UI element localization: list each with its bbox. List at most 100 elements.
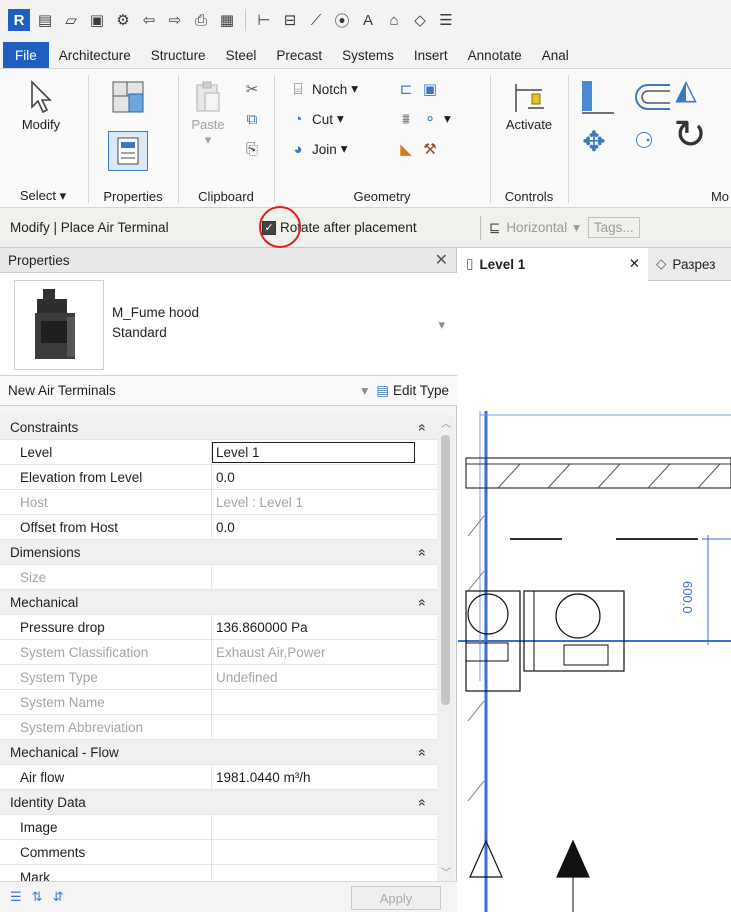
activate-button[interactable]: Activate <box>496 77 562 132</box>
measure-icon[interactable]: ⊢ <box>253 9 275 31</box>
tab-precast[interactable]: Precast <box>266 42 332 68</box>
category-header[interactable]: Constraints » <box>0 415 437 440</box>
cut-to-clipboard-button[interactable]: ✂ <box>242 79 262 99</box>
type-dropdown-icon[interactable]: ▾ <box>438 317 445 333</box>
sync-icon[interactable]: ⚙ <box>112 9 134 31</box>
apply-button[interactable]: Apply <box>351 886 441 910</box>
ribbon-panel: Modify Select ▾ Properties Paste ▾ ✂ ⧉ ⎘… <box>0 68 731 208</box>
match-properties-button[interactable]: ⎘ <box>242 139 262 159</box>
join-button[interactable]: ◕ Join ▾ <box>288 139 348 159</box>
tab-file[interactable]: File <box>3 42 49 68</box>
split-face-icon: ▣ <box>422 81 438 98</box>
mirror-button[interactable]: ◭ <box>675 74 697 105</box>
rotate-button[interactable]: ↻ <box>673 113 707 157</box>
property-value[interactable]: 0.0 <box>212 515 437 539</box>
property-value[interactable] <box>212 865 437 881</box>
tab-section[interactable]: ◇ Разрез <box>648 248 723 281</box>
collapse-icon[interactable]: » <box>414 598 429 606</box>
paste-button[interactable]: Paste ▾ <box>186 77 230 148</box>
tab-insert[interactable]: Insert <box>404 42 458 68</box>
home-icon[interactable]: ▤ <box>34 9 56 31</box>
join-dropdown-icon[interactable]: ▾ <box>341 141 348 157</box>
line-icon[interactable]: ⟋ <box>305 9 327 31</box>
sheet-icon[interactable]: ▦ <box>216 9 238 31</box>
copy-button[interactable]: ⧉ <box>242 109 262 129</box>
categorize-icon[interactable]: ☰ <box>10 889 22 905</box>
modify-button[interactable]: Modify <box>8 77 74 132</box>
category-label: Dimensions <box>10 544 81 560</box>
3d-view-icon[interactable]: ⌂ <box>383 9 405 31</box>
category-header[interactable]: Identity Data » <box>0 790 437 815</box>
notch-dropdown-icon[interactable]: ▾ <box>351 81 358 97</box>
sort-ascending-icon[interactable]: ⇅ <box>32 889 43 905</box>
clipboard-group-label: Clipboard <box>198 189 254 204</box>
print-icon[interactable]: ⎙ <box>190 9 212 31</box>
revit-logo-icon[interactable]: R <box>8 9 30 31</box>
drawing-canvas[interactable]: 600.0 <box>458 281 731 912</box>
undo-icon[interactable]: ⇦ <box>138 9 160 31</box>
property-value[interactable]: Level 1 <box>212 440 437 464</box>
properties-scrollbar[interactable]: ︿ ﹀ <box>437 415 455 881</box>
tab-analyze[interactable]: Anal <box>532 42 579 68</box>
type-family-label: M_Fume hood <box>112 305 200 320</box>
property-value[interactable]: 0.0 <box>212 465 437 489</box>
scrollbar-thumb[interactable] <box>441 435 450 705</box>
type-selector[interactable]: M_Fume hood Standard ▾ <box>0 273 457 376</box>
sort-descending-icon[interactable]: ⇵ <box>53 889 64 905</box>
property-value[interactable] <box>212 840 437 864</box>
open-icon[interactable]: ▱ <box>60 9 82 31</box>
thin-lines-icon[interactable]: ☰ <box>435 9 457 31</box>
section-tab-label: Разрез <box>672 256 716 272</box>
property-value[interactable]: 136.860000 Pa <box>212 615 437 639</box>
wall-joins-button[interactable]: ⊏ ▣ <box>396 79 440 99</box>
type-properties-button[interactable] <box>108 77 148 117</box>
aligned-dimension-icon[interactable]: ⊟ <box>279 9 301 31</box>
tab-steel[interactable]: Steel <box>216 42 267 68</box>
edit-cut-profile-button[interactable]: ◣ ⚒ <box>396 139 440 159</box>
collapse-icon[interactable]: » <box>414 748 429 756</box>
level-input[interactable]: Level 1 <box>212 441 415 463</box>
collapse-icon[interactable]: » <box>414 423 429 431</box>
tags-button[interactable]: Tags... <box>587 217 640 238</box>
paint-dropdown-icon[interactable]: ▾ <box>444 111 451 127</box>
properties-header: Properties ✕ <box>0 248 456 273</box>
orientation-dropdown[interactable]: ⊑ Horizontal ▾ <box>489 220 580 236</box>
paste-dropdown-icon[interactable]: ▾ <box>205 132 212 148</box>
paint-button[interactable]: ⩩ ⚬ ▾ <box>396 109 451 129</box>
hammer-icon: ⚒ <box>423 141 437 158</box>
tab-systems[interactable]: Systems <box>332 42 404 68</box>
tab-level-1[interactable]: ▯ Level 1 ✕ <box>458 247 648 281</box>
offset-button[interactable] <box>626 77 672 117</box>
scroll-up-icon[interactable]: ︿ <box>437 415 455 430</box>
category-header[interactable]: Mechanical - Flow » <box>0 740 437 765</box>
scroll-down-icon[interactable]: ﹀ <box>437 864 455 879</box>
tab-architecture[interactable]: Architecture <box>49 42 141 68</box>
notch-button[interactable]: ⌸ Notch ▾ <box>288 79 358 99</box>
tab-annotate[interactable]: Annotate <box>458 42 532 68</box>
collapse-icon[interactable]: » <box>414 798 429 806</box>
properties-button[interactable] <box>108 131 148 171</box>
tab-structure[interactable]: Structure <box>141 42 216 68</box>
tag-icon[interactable]: ⦿ <box>331 9 353 31</box>
copy-element-button[interactable]: ⚆ <box>634 128 654 153</box>
instance-filter[interactable]: New Air Terminals <box>8 383 116 398</box>
filter-dropdown-icon[interactable]: ▾ <box>361 383 368 399</box>
save-icon[interactable]: ▣ <box>86 9 108 31</box>
move-button[interactable]: ✥ <box>582 126 605 157</box>
text-icon[interactable]: A <box>357 9 379 31</box>
select-group-label[interactable]: Select ▾ <box>0 188 86 204</box>
section-icon[interactable]: ◇ <box>409 9 431 31</box>
close-icon[interactable]: ✕ <box>435 250 448 270</box>
close-tab-icon[interactable]: ✕ <box>629 256 640 272</box>
redo-icon[interactable]: ⇨ <box>164 9 186 31</box>
collapse-icon[interactable]: » <box>414 548 429 556</box>
ribbon-tabs: File Architecture Structure Steel Precas… <box>0 40 731 68</box>
property-value[interactable] <box>212 815 437 839</box>
edit-type-button[interactable]: ▤ Edit Type <box>376 383 449 399</box>
category-header[interactable]: Mechanical » <box>0 590 437 615</box>
cut-button[interactable]: ◔ Cut ▾ <box>288 109 344 129</box>
category-header[interactable]: Dimensions » <box>0 540 437 565</box>
align-button[interactable] <box>578 77 618 117</box>
property-value[interactable]: 1981.0440 m³/h <box>212 765 437 789</box>
cut-dropdown-icon[interactable]: ▾ <box>337 111 344 127</box>
